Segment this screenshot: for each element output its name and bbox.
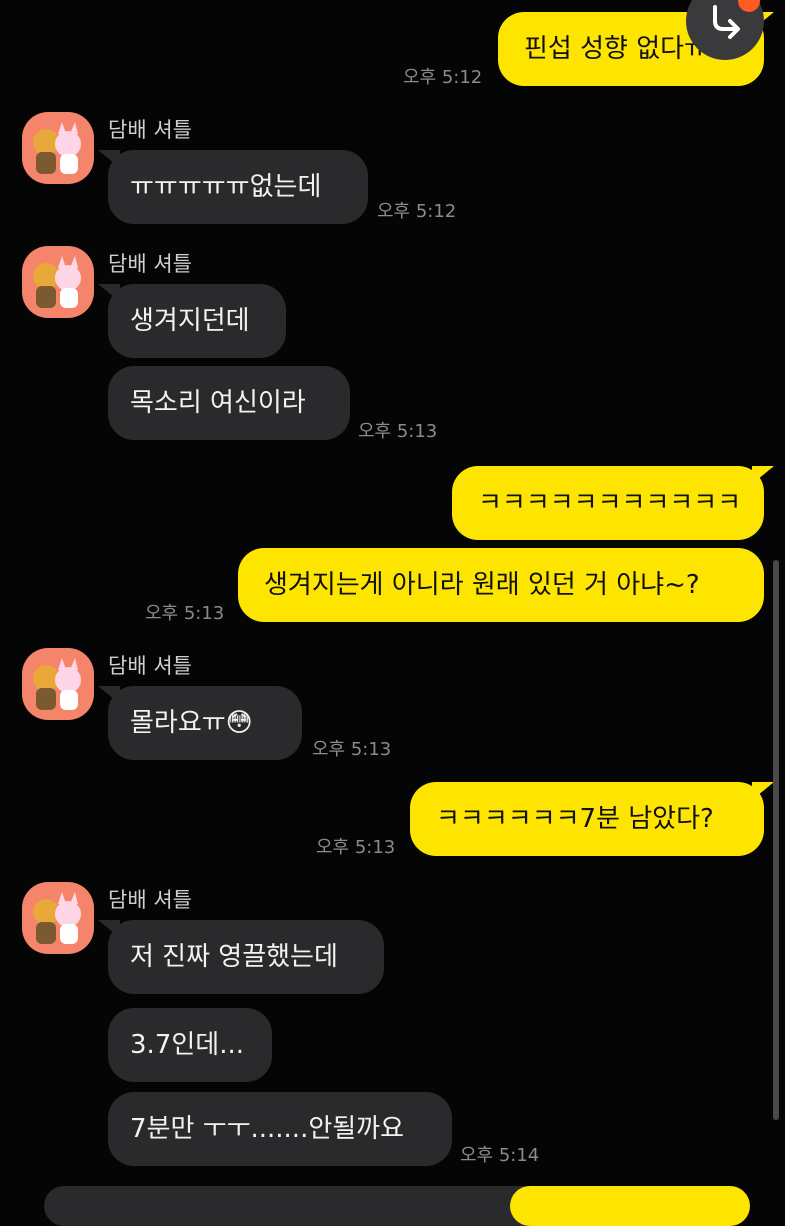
message-time: 오후 5:13	[358, 421, 438, 442]
message-text: ㅋㅋㅋㅋㅋㅋ7분 남았다?	[436, 804, 714, 834]
message-text: ㅠㅠㅠㅠㅠ없는데	[130, 172, 322, 202]
my-message-bubble[interactable]: ㅋㅋㅋㅋㅋㅋㅋㅋㅋㅋㅋ	[452, 466, 774, 540]
their-message-bubble[interactable]: 생겨지던데	[98, 284, 286, 358]
send-area[interactable]	[510, 1186, 750, 1226]
sender-name: 담배 셔틀	[108, 118, 192, 142]
avatar-characters-icon	[33, 658, 81, 710]
message-time: 오후 5:13	[312, 739, 392, 760]
avatar[interactable]	[22, 112, 94, 184]
message-text: 핀섭 성향 없다ㅠ	[524, 34, 708, 64]
message-text: 목소리 여신이라	[130, 388, 306, 418]
avatar[interactable]	[22, 648, 94, 720]
their-message-bubble[interactable]: 3.7인데...	[108, 1008, 272, 1082]
message-text: 저 진짜 영끌했는데	[130, 942, 338, 972]
message-text: 생겨지는게 아니라 원래 있던 거 아냐~?	[264, 570, 700, 600]
their-message-bubble[interactable]: 몰라요ㅠ😳	[98, 686, 302, 760]
message-text: ㅋㅋㅋㅋㅋㅋㅋㅋㅋㅋㅋ	[478, 488, 742, 518]
message-time: 오후 5:12	[403, 67, 483, 88]
message-time: 오후 5:13	[316, 837, 396, 858]
their-message-bubble[interactable]: 저 진짜 영끌했는데	[98, 920, 384, 994]
their-message-bubble[interactable]: 목소리 여신이라	[108, 366, 350, 440]
sender-name: 담배 셔틀	[108, 654, 192, 678]
message-text: 7분만 ㅜㅜ.......안될까요	[130, 1114, 405, 1144]
avatar-characters-icon	[33, 122, 81, 174]
avatar[interactable]	[22, 246, 94, 318]
scrollbar[interactable]	[773, 560, 779, 1120]
their-message-bubble[interactable]: 7분만 ㅜㅜ.......안될까요	[108, 1092, 452, 1166]
avatar-characters-icon	[33, 892, 81, 944]
avatar-characters-icon	[33, 256, 81, 308]
message-text: 몰라요ㅠ😳	[130, 708, 253, 738]
message-text: 생겨지던데	[130, 306, 250, 336]
sender-name: 담배 셔틀	[108, 888, 192, 912]
my-message-bubble[interactable]: 생겨지는게 아니라 원래 있던 거 아냐~?	[238, 548, 764, 622]
message-time: 오후 5:12	[377, 201, 457, 222]
their-message-bubble[interactable]: ㅠㅠㅠㅠㅠ없는데	[98, 150, 368, 224]
message-time: 오후 5:14	[460, 1145, 540, 1166]
message-text: 3.7인데...	[130, 1030, 244, 1060]
avatar[interactable]	[22, 882, 94, 954]
my-message-bubble[interactable]: ㅋㅋㅋㅋㅋㅋ7분 남았다?	[410, 782, 774, 856]
sender-name: 담배 셔틀	[108, 252, 192, 276]
message-time: 오후 5:13	[145, 603, 225, 624]
